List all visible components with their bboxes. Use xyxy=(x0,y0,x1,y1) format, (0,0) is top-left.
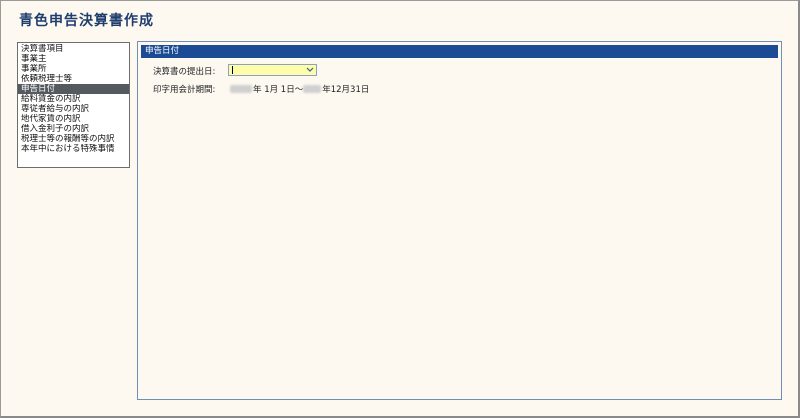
sidebar-item-accountant-fees[interactable]: 税理士等の報酬等の内訳 xyxy=(18,134,129,144)
sidebar-item-loan-interest[interactable]: 借入金利子の内訳 xyxy=(18,124,129,134)
app-title: 青色申告決算書作成 xyxy=(19,13,154,29)
panel-header: 申告日付 xyxy=(141,45,778,58)
section-list[interactable]: 決算書項目 事業主 事業所 依頼税理士等 申告日付 給料賃金の内訳 専従者給与の… xyxy=(17,42,130,168)
sidebar-item-salary-breakdown[interactable]: 給料賃金の内訳 xyxy=(18,94,129,104)
period-end-suffix: 年12月31日 xyxy=(322,85,370,95)
redacted-start-year xyxy=(230,85,252,93)
print-period-value: 年 1月 1日～ 年12月31日 xyxy=(230,83,369,95)
submission-date-label: 決算書の提出日: xyxy=(153,67,216,77)
sidebar-item-family-employee-salary[interactable]: 専従者給与の内訳 xyxy=(18,104,129,114)
sidebar-item-tax-accountant[interactable]: 依頼税理士等 xyxy=(18,74,129,84)
sidebar-item-business-office[interactable]: 事業所 xyxy=(18,64,129,74)
submission-date-combobox[interactable] xyxy=(228,64,317,76)
redacted-end-year xyxy=(303,85,322,93)
print-period-label: 印字用会計期間: xyxy=(153,85,216,95)
sidebar-item-filing-date[interactable]: 申告日付 xyxy=(18,84,129,94)
period-start-suffix: 年 1月 1日～ xyxy=(253,85,304,95)
sidebar-item-settlement-items[interactable]: 決算書項目 xyxy=(18,44,129,54)
filing-date-panel: 申告日付 決算書の提出日: 印字用会計期間: 年 1月 1日～ 年12月31日 xyxy=(137,41,782,400)
chevron-down-icon[interactable] xyxy=(304,65,316,75)
text-caret xyxy=(232,66,233,74)
sidebar-item-special-circumstances[interactable]: 本年中における特殊事情 xyxy=(18,144,129,154)
sidebar-item-business-owner[interactable]: 事業主 xyxy=(18,54,129,64)
sidebar-item-rent-breakdown[interactable]: 地代家賃の内訳 xyxy=(18,114,129,124)
